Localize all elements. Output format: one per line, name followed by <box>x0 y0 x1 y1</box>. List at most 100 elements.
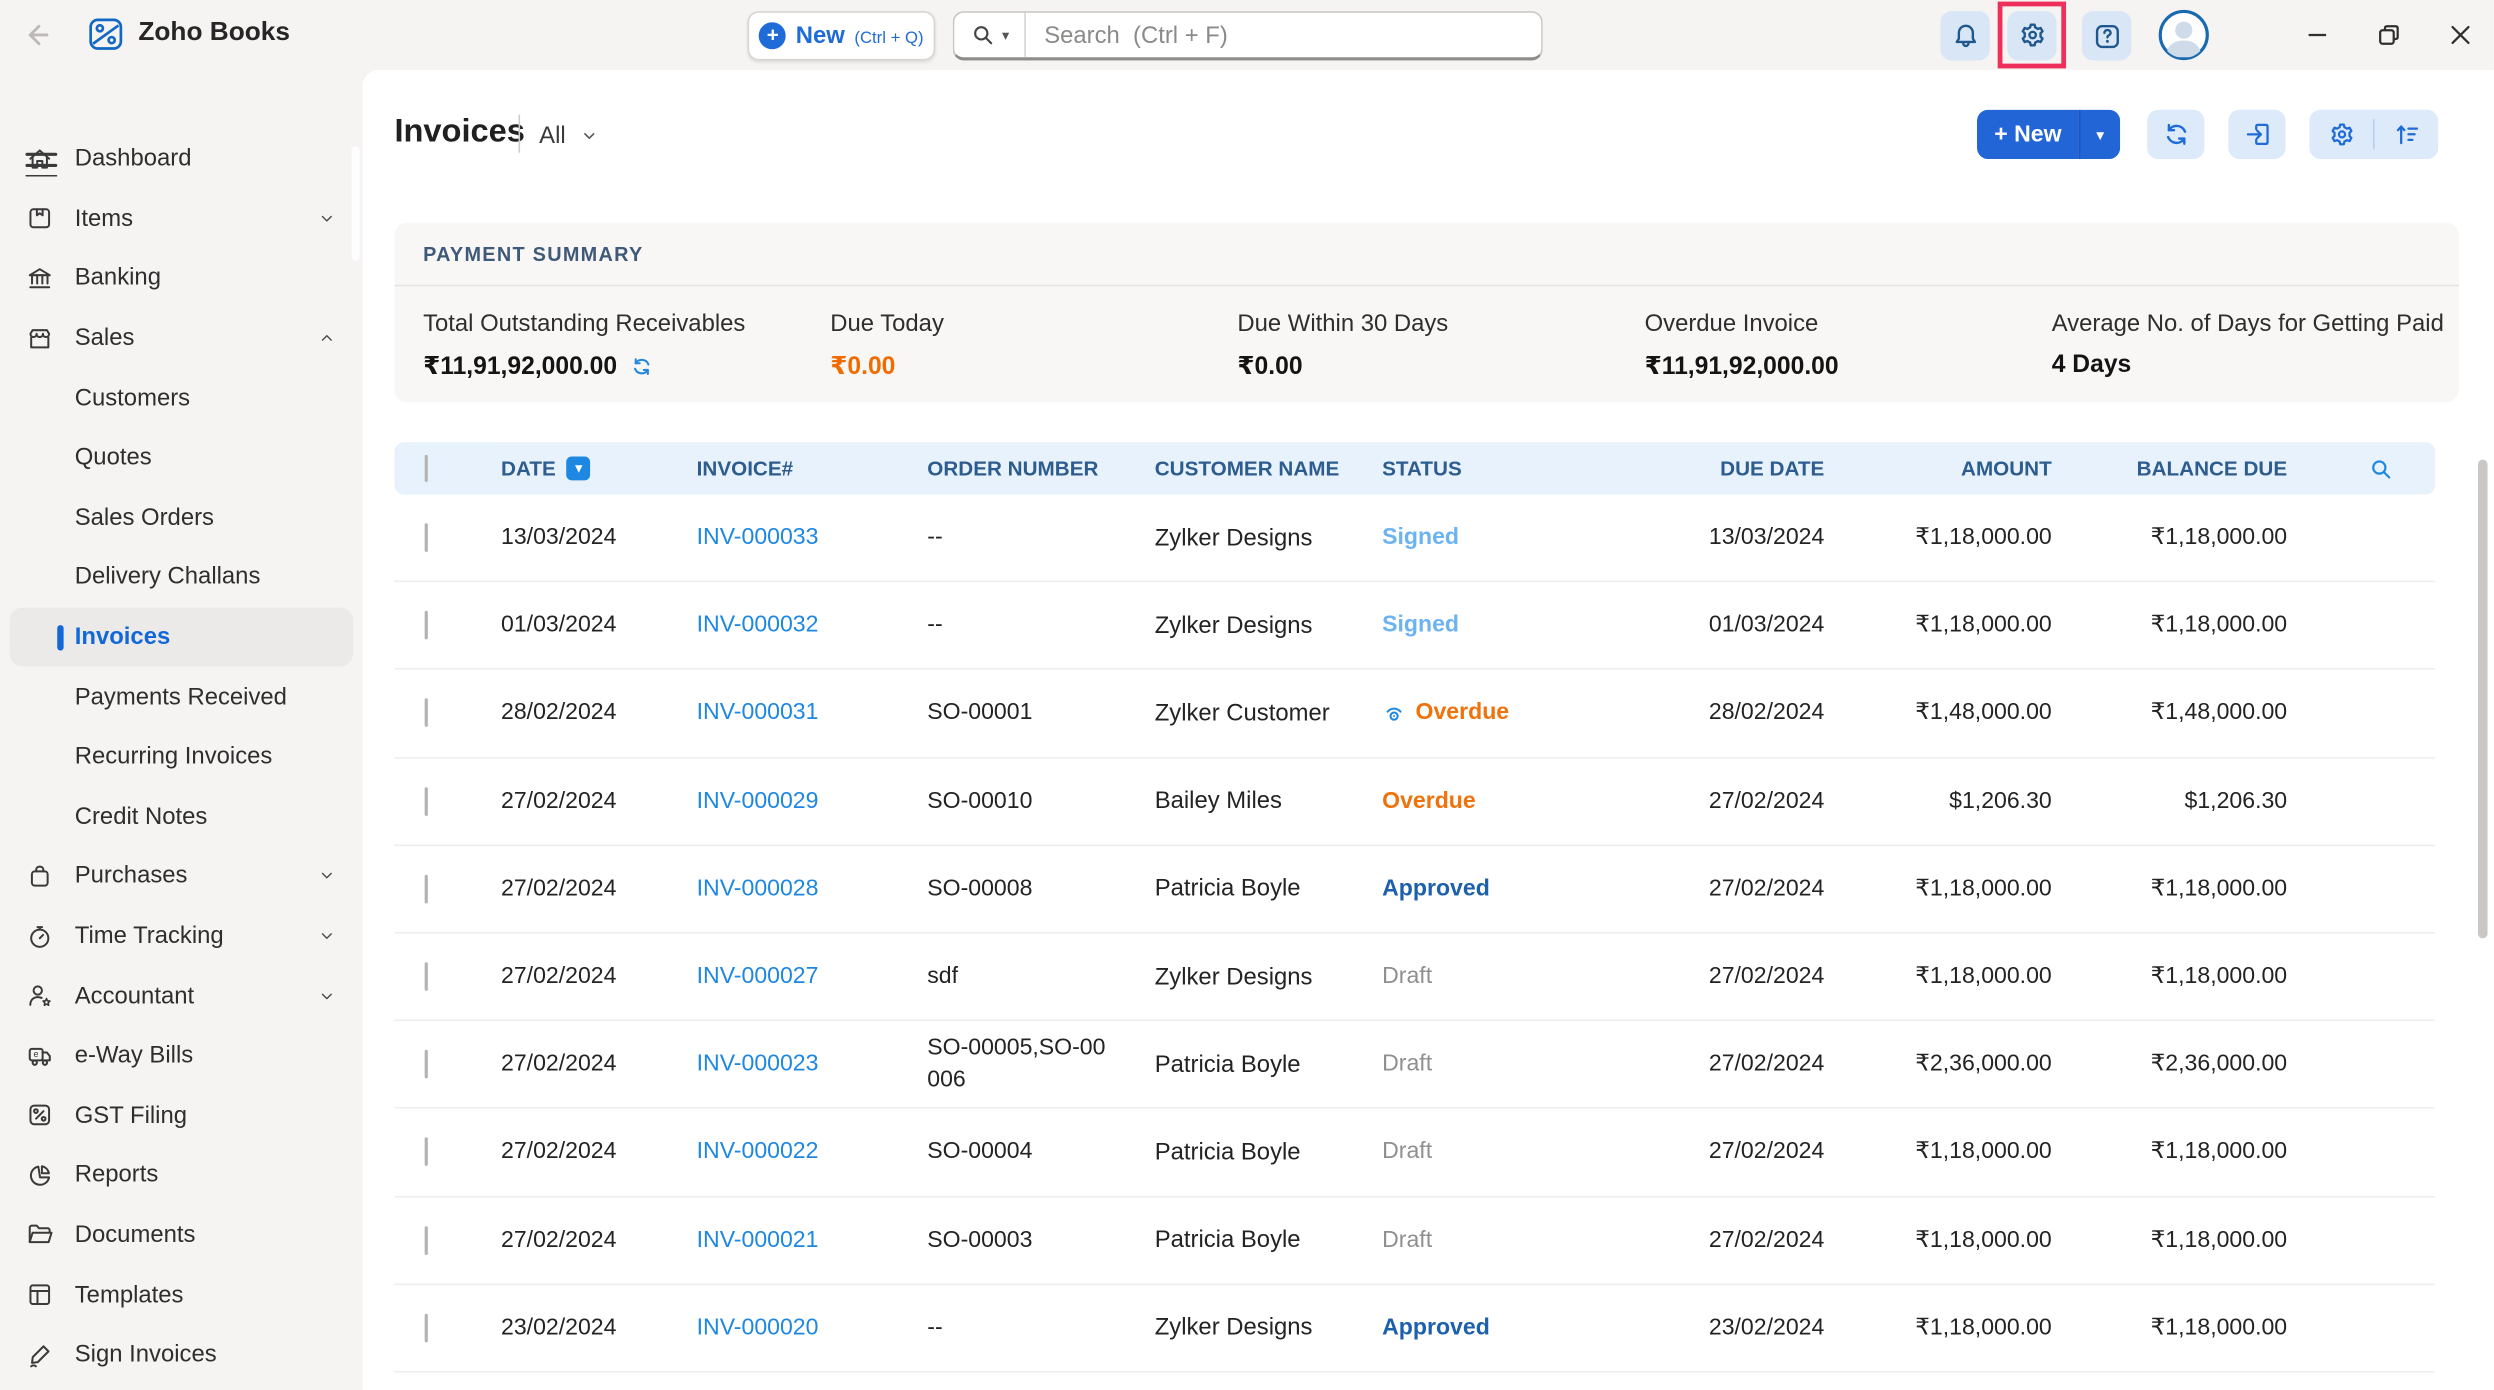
sidebar-item-purchases[interactable]: Purchases <box>0 846 363 906</box>
invoice-row[interactable]: 27/02/2024INV-000022SO-00004Patricia Boy… <box>394 1109 2435 1197</box>
refresh-button[interactable] <box>2147 110 2204 159</box>
sidebar-item-accountant[interactable]: Accountant <box>0 966 363 1026</box>
zoho-books-logo <box>87 16 124 53</box>
select-all-checkbox[interactable] <box>425 455 428 482</box>
invoice-row[interactable]: 28/02/2024INV-000031SO-00001Zylker Custo… <box>394 670 2435 758</box>
invoice-row[interactable]: 27/02/2024INV-000021SO-00003Patricia Boy… <box>394 1197 2435 1285</box>
invoice-number-link[interactable]: INV-000027 <box>697 964 819 989</box>
sidebar-item-label: Quotes <box>75 444 152 471</box>
invoice-row[interactable]: 27/02/2024INV-000023SO-00005,SO-00006Pat… <box>394 1021 2435 1109</box>
invoice-number-link[interactable]: INV-000032 <box>697 613 819 638</box>
sidebar-item-time-tracking[interactable]: Time Tracking <box>0 906 363 966</box>
sidebar-item-quotes[interactable]: Quotes <box>0 428 363 488</box>
vertical-scrollbar[interactable] <box>2478 460 2488 939</box>
sort-button[interactable] <box>2375 119 2439 149</box>
list-settings-button[interactable] <box>2309 119 2373 149</box>
header-due-date[interactable]: DUE DATE <box>1621 456 1825 480</box>
sidebar-item-customers[interactable]: Customers <box>0 368 363 428</box>
search-input[interactable] <box>1025 21 1541 48</box>
row-checkbox[interactable] <box>425 1050 428 1079</box>
header-date[interactable]: DATE▼ <box>471 456 697 480</box>
invoice-number-link[interactable]: INV-000028 <box>697 876 819 901</box>
date-sort-icon[interactable]: ▼ <box>567 456 591 480</box>
status-badge: Signed <box>1382 525 1459 550</box>
summary-metric-label: Due Within 30 Days <box>1237 310 1644 337</box>
invoice-number-link[interactable]: INV-000020 <box>697 1315 819 1340</box>
refresh-icon[interactable] <box>630 355 654 379</box>
invoice-number-link[interactable]: INV-000022 <box>697 1139 819 1164</box>
search-icon <box>970 22 995 47</box>
amount: ₹1,18,000.00 <box>1824 964 2051 989</box>
restore-icon[interactable] <box>2373 19 2405 51</box>
invoice-number-link[interactable]: INV-000031 <box>697 701 819 726</box>
sidebar-item-credit-notes[interactable]: Credit Notes <box>0 787 363 847</box>
customer-name: Patricia Boyle <box>1155 1139 1382 1166</box>
invoice-number-link[interactable]: INV-000021 <box>697 1227 819 1252</box>
header-amount[interactable]: AMOUNT <box>1824 456 2051 480</box>
sidebar-item-sales-orders[interactable]: Sales Orders <box>0 488 363 548</box>
summary-metric-value: ₹11,91,92,000.00 <box>423 352 830 382</box>
balance-due: ₹1,18,000.00 <box>2052 1315 2287 1340</box>
row-checkbox[interactable] <box>425 875 428 904</box>
import-export-button[interactable] <box>2228 110 2285 159</box>
settings-button[interactable] <box>2007 10 2056 59</box>
invoice-row[interactable]: 01/03/2024INV-000032--Zylker DesignsSign… <box>394 582 2435 670</box>
sidebar-item-e-way-bills[interactable]: ee-Way Bills <box>0 1026 363 1086</box>
help-button[interactable] <box>2082 11 2131 60</box>
sidebar-item-invoices[interactable]: Invoices <box>10 607 354 667</box>
header-status[interactable]: STATUS <box>1382 456 1621 480</box>
sidebar-item-documents[interactable]: Documents <box>0 1205 363 1265</box>
invoice-number-link[interactable]: INV-000033 <box>697 525 819 550</box>
sidebar-item-sign-invoices[interactable]: Sign Invoices <box>0 1325 363 1385</box>
row-checkbox[interactable] <box>425 1138 428 1167</box>
sidebar-item-sales[interactable]: Sales <box>0 308 363 368</box>
notifications-button[interactable] <box>1940 11 1989 60</box>
new-button[interactable]: + New (Ctrl + Q) <box>748 11 936 60</box>
header-customer-name[interactable]: CUSTOMER NAME <box>1155 456 1382 480</box>
global-search[interactable]: ▾ <box>953 11 1543 60</box>
view-filter-dropdown[interactable]: All <box>539 122 597 149</box>
header-balance-due[interactable]: BALANCE DUE <box>2052 456 2287 480</box>
invoice-row[interactable]: 23/02/2024INV-000020--Zylker DesignsAppr… <box>394 1285 2435 1373</box>
sidebar-item-templates[interactable]: Templates <box>0 1265 363 1325</box>
invoice-number-link[interactable]: INV-000023 <box>697 1052 819 1077</box>
invoice-row[interactable]: 27/02/2024INV-000029SO-00010Bailey Miles… <box>394 758 2435 846</box>
invoice-status: Draft <box>1382 1052 1621 1077</box>
row-checkbox[interactable] <box>425 699 428 728</box>
new-invoice-dropdown[interactable]: ▼ <box>2079 110 2120 159</box>
chevron-down-icon <box>318 927 335 944</box>
due-date: 27/02/2024 <box>1621 876 1825 901</box>
invoice-row[interactable]: 27/02/2024INV-000028SO-00008Patricia Boy… <box>394 846 2435 934</box>
invoice-number-link[interactable]: INV-000029 <box>697 788 819 813</box>
row-checkbox[interactable] <box>425 611 428 640</box>
user-avatar[interactable] <box>2158 10 2209 61</box>
new-invoice-button[interactable]: + New <box>1977 110 2079 159</box>
header-order-number[interactable]: ORDER NUMBER <box>927 456 1154 480</box>
header-invoice[interactable]: INVOICE# <box>697 456 928 480</box>
row-checkbox[interactable] <box>425 787 428 816</box>
table-search-icon[interactable] <box>2287 456 2435 481</box>
sidebar-item-delivery-challans[interactable]: Delivery Challans <box>0 547 363 607</box>
sidebar-item-payments-received[interactable]: Payments Received <box>0 667 363 727</box>
sidebar-item-label: Invoices <box>75 624 170 651</box>
row-checkbox[interactable] <box>425 523 428 552</box>
back-icon[interactable] <box>22 19 54 51</box>
search-scope-caret-icon[interactable]: ▾ <box>1002 26 1009 43</box>
sidebar-item-reports[interactable]: Reports <box>0 1145 363 1205</box>
minimize-icon[interactable] <box>2301 19 2333 51</box>
row-checkbox[interactable] <box>425 1313 428 1342</box>
row-checkbox[interactable] <box>425 962 428 991</box>
sidebar-item-dashboard[interactable]: Dashboard <box>0 129 363 189</box>
sidebar-item-banking[interactable]: Banking <box>0 248 363 308</box>
row-checkbox[interactable] <box>425 1226 428 1255</box>
sidebar-item-recurring-invoices[interactable]: Recurring Invoices <box>0 727 363 787</box>
sidebar-item-items[interactable]: Items <box>0 189 363 249</box>
app-title: Zoho Books <box>138 17 290 47</box>
customer-name: Patricia Boyle <box>1155 875 1382 902</box>
sidebar-item-label: Documents <box>75 1221 196 1248</box>
invoice-row[interactable]: 13/03/2024INV-000033--Zylker DesignsSign… <box>394 495 2435 583</box>
sidebar-item-label: Customers <box>75 384 190 411</box>
sidebar-item-gst-filing[interactable]: GST Filing <box>0 1086 363 1146</box>
invoice-row[interactable]: 27/02/2024INV-000027sdfZylker DesignsDra… <box>394 934 2435 1022</box>
close-icon[interactable] <box>2445 19 2477 51</box>
